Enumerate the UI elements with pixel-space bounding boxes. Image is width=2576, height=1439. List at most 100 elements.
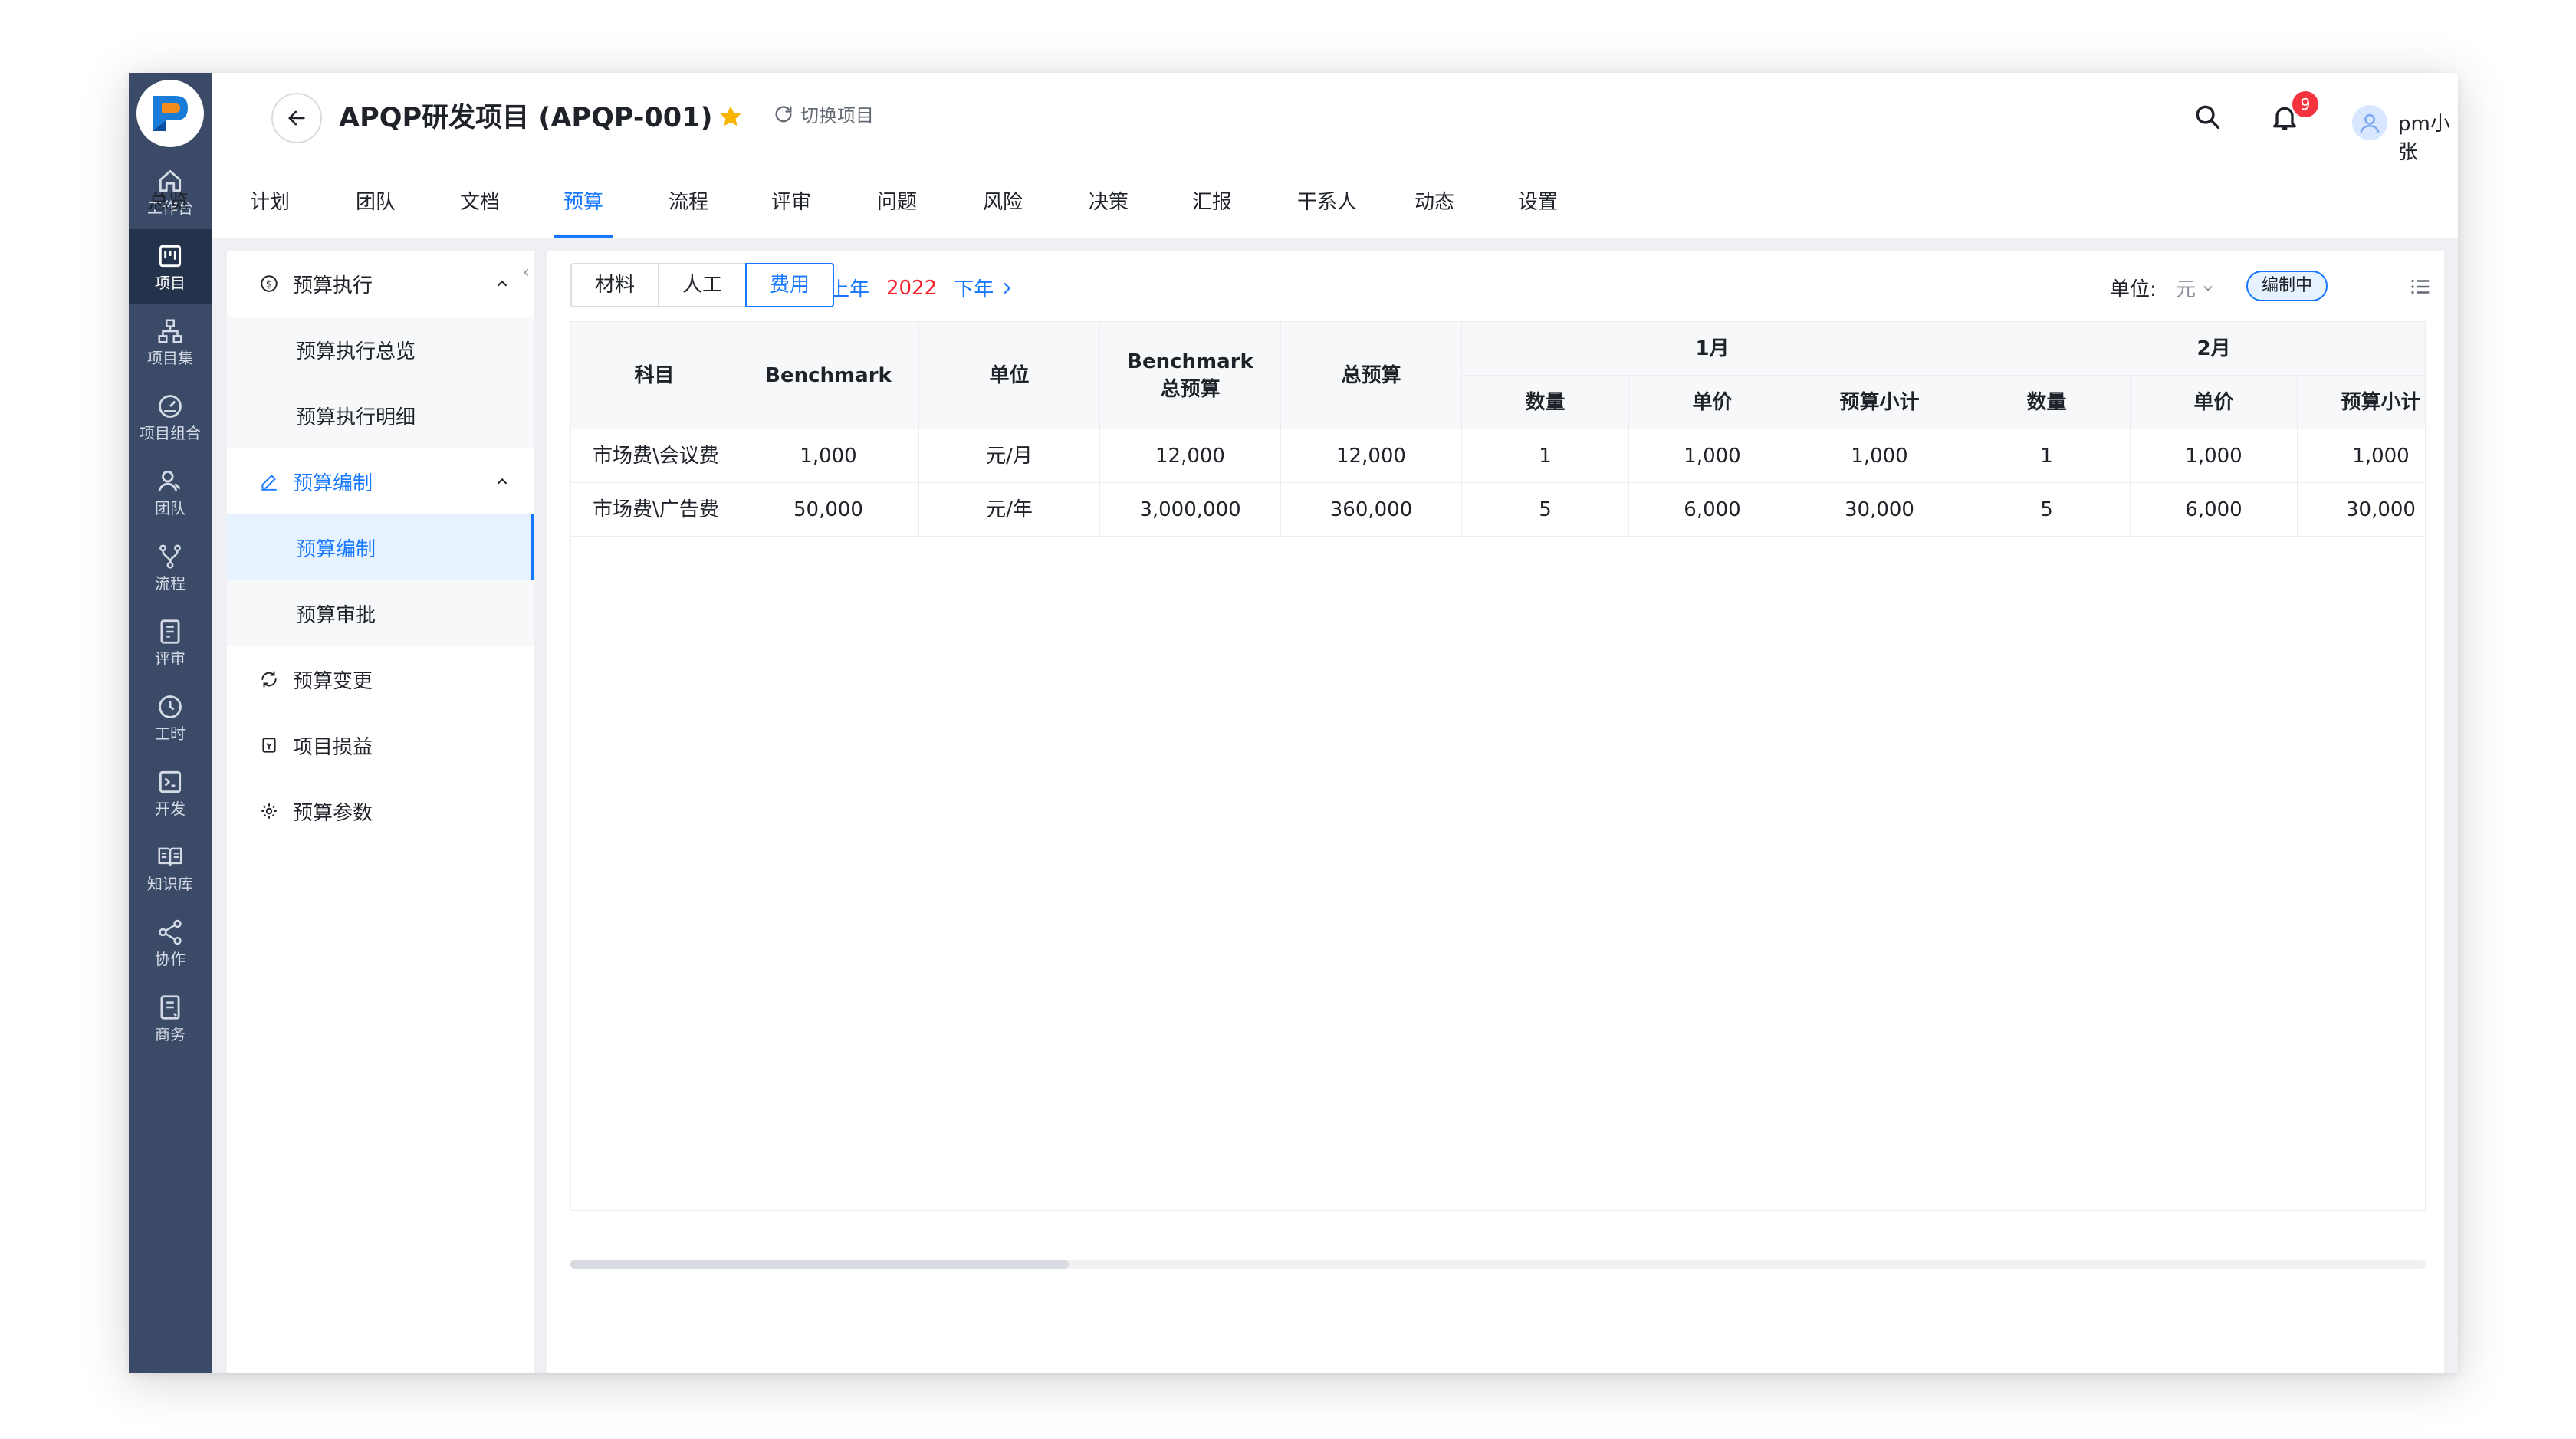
rail-item-2[interactable]: 项目集 [129,304,212,379]
nav-group-budget-params[interactable]: 预算参数 [227,778,534,844]
rail-item-9[interactable]: 知识库 [129,830,212,905]
refresh-icon [261,671,277,688]
rail-item-6[interactable]: 评审 [129,605,212,680]
back-button[interactable] [271,93,322,143]
rail-item-7[interactable]: 工时 [129,680,212,755]
rail-item-1[interactable]: 项目 [129,229,212,304]
project-tabs: 总览 计划 团队 文档 预算 流程 评审 问题 风险 决策 汇报 干系人 动态 设置 [149,166,2458,238]
cell-m2-subtotal[interactable]: 1,000 [2298,429,2425,483]
tab-2[interactable]: 团队 [356,166,396,238]
tab-3[interactable]: 文档 [460,166,500,238]
logo-icon [153,96,188,131]
dashboard-gauge-icon [159,395,182,418]
list-menu-icon[interactable] [2409,275,2432,298]
collapse-subnav-icon[interactable]: ‹ [523,263,530,282]
tab-6[interactable]: 评审 [771,166,811,238]
prev-year-label: 上年 [830,278,870,301]
notification-badge: 9 [2292,91,2318,117]
cell-m2-price[interactable]: 6,000 [2131,483,2298,537]
cell-total: 12,000 [1281,429,1462,483]
cell-m2-price[interactable]: 1,000 [2131,429,2298,483]
segment-option-1[interactable]: 人工 [658,263,748,307]
nav-group-budget-change[interactable]: 预算变更 [227,646,534,712]
nav-group-project-pnl[interactable]: 项目损益 [227,712,534,778]
rail-item-label: 项目集 [147,349,193,367]
status-badge: 编制中 [2246,271,2328,301]
cell-subject: 市场费\广告费 [571,483,738,537]
rail-item-8[interactable]: 开发 [129,755,212,830]
cell-unit: 元/年 [919,483,1100,537]
nav-group-budget-execution[interactable]: $ 预算执行 [227,251,534,317]
cost-type-segmented: 材料 人工 费用 [570,263,835,307]
rail-item-10[interactable]: 协作 [129,905,212,981]
rail-item-label: 协作 [155,950,186,968]
cell-m1-subtotal[interactable]: 1,000 [1796,429,1963,483]
team-icon [158,470,181,492]
chevron-right-icon [1004,282,1011,294]
scrollbar-thumb[interactable] [570,1260,1069,1269]
segment-option-2[interactable]: 费用 [745,263,835,307]
search-icon[interactable] [2193,102,2222,131]
avatar[interactable] [2352,105,2387,140]
rail-item-label: 项目 [155,274,186,292]
nav-item-execution-detail[interactable]: 预算执行明细 [227,383,534,448]
next-year-link[interactable]: 下年 [954,274,1015,302]
svg-text:$: $ [266,279,272,291]
favorite-star-icon[interactable] [718,103,744,130]
segment-option-0[interactable]: 材料 [570,263,660,307]
nav-item-budget-approval[interactable]: 预算审批 [227,580,534,646]
tab-1[interactable]: 计划 [250,166,290,238]
tab-13[interactable]: 设置 [1518,166,1558,238]
nav-group-label: 预算执行 [293,274,373,297]
tab-11[interactable]: 干系人 [1297,166,1357,238]
tab-10[interactable]: 汇报 [1192,166,1232,238]
tab-7[interactable]: 问题 [877,166,917,238]
tab-0[interactable]: 总览 [149,166,189,238]
cell-m1-price[interactable]: 6,000 [1629,483,1796,537]
cell-m1-subtotal[interactable]: 30,000 [1796,483,1963,537]
rail-item-label: 知识库 [147,875,193,893]
app-logo[interactable] [136,80,204,147]
chevron-up-icon [497,280,508,287]
header-benchmark: Benchmark [738,322,919,429]
next-year-label: 下年 [954,278,994,301]
cell-total: 360,000 [1281,483,1462,537]
nav-item-label: 预算执行明细 [296,406,416,429]
edit-pencil-icon [261,475,277,491]
budget-subnav: $ 预算执行 预算执行总览 预算执行明细 预算编制 预算编制 预算审批 预算变更… [227,251,534,1373]
cell-m2-qty[interactable]: 5 [1963,483,2131,537]
year-navigator: 上年 2022 下年 [808,274,1015,302]
rail-item-3[interactable]: 项目组合 [129,379,212,455]
horizontal-scrollbar[interactable] [570,1260,2426,1269]
username[interactable]: pm小张 [2398,108,2458,165]
clock-icon [159,695,182,718]
cell-m1-qty[interactable]: 5 [1462,483,1629,537]
header-benchmark_total: Benchmark 总预算 [1100,322,1281,429]
rail-item-11[interactable]: 商务 [129,981,212,1056]
cell-benchmark-total: 12,000 [1100,429,1281,483]
terminal-icon [159,770,182,793]
tab-4[interactable]: 预算 [554,166,613,238]
cell-m1-qty[interactable]: 1 [1462,429,1629,483]
switch-project-button[interactable]: 切换项目 [773,100,874,127]
cell-m1-price[interactable]: 1,000 [1629,429,1796,483]
rail-item-4[interactable]: 团队 [129,455,212,530]
header-subtotal: 预算小计 [2298,376,2425,429]
header-month-1: 1月 [1462,322,1963,376]
nav-item-label: 预算审批 [296,603,376,627]
tab-9[interactable]: 决策 [1089,166,1129,238]
nav-group-budget-editing[interactable]: 预算编制 [227,448,534,514]
cell-benchmark: 1,000 [738,429,919,483]
tab-12[interactable]: 动态 [1414,166,1454,238]
nav-item-budget-editing[interactable]: 预算编制 [227,514,534,580]
cell-m2-subtotal[interactable]: 30,000 [2298,483,2425,537]
tab-5[interactable]: 流程 [669,166,708,238]
cell-benchmark-total: 3,000,000 [1100,483,1281,537]
cell-m2-qty[interactable]: 1 [1963,429,2131,483]
tab-8[interactable]: 风险 [983,166,1023,238]
rail-item-5[interactable]: 流程 [129,530,212,605]
report-doc-icon [262,738,276,753]
nav-item-execution-overview[interactable]: 预算执行总览 [227,317,534,383]
nav-item-label: 预算执行总览 [296,340,416,363]
unit-select[interactable]: 元 [2176,274,2216,302]
